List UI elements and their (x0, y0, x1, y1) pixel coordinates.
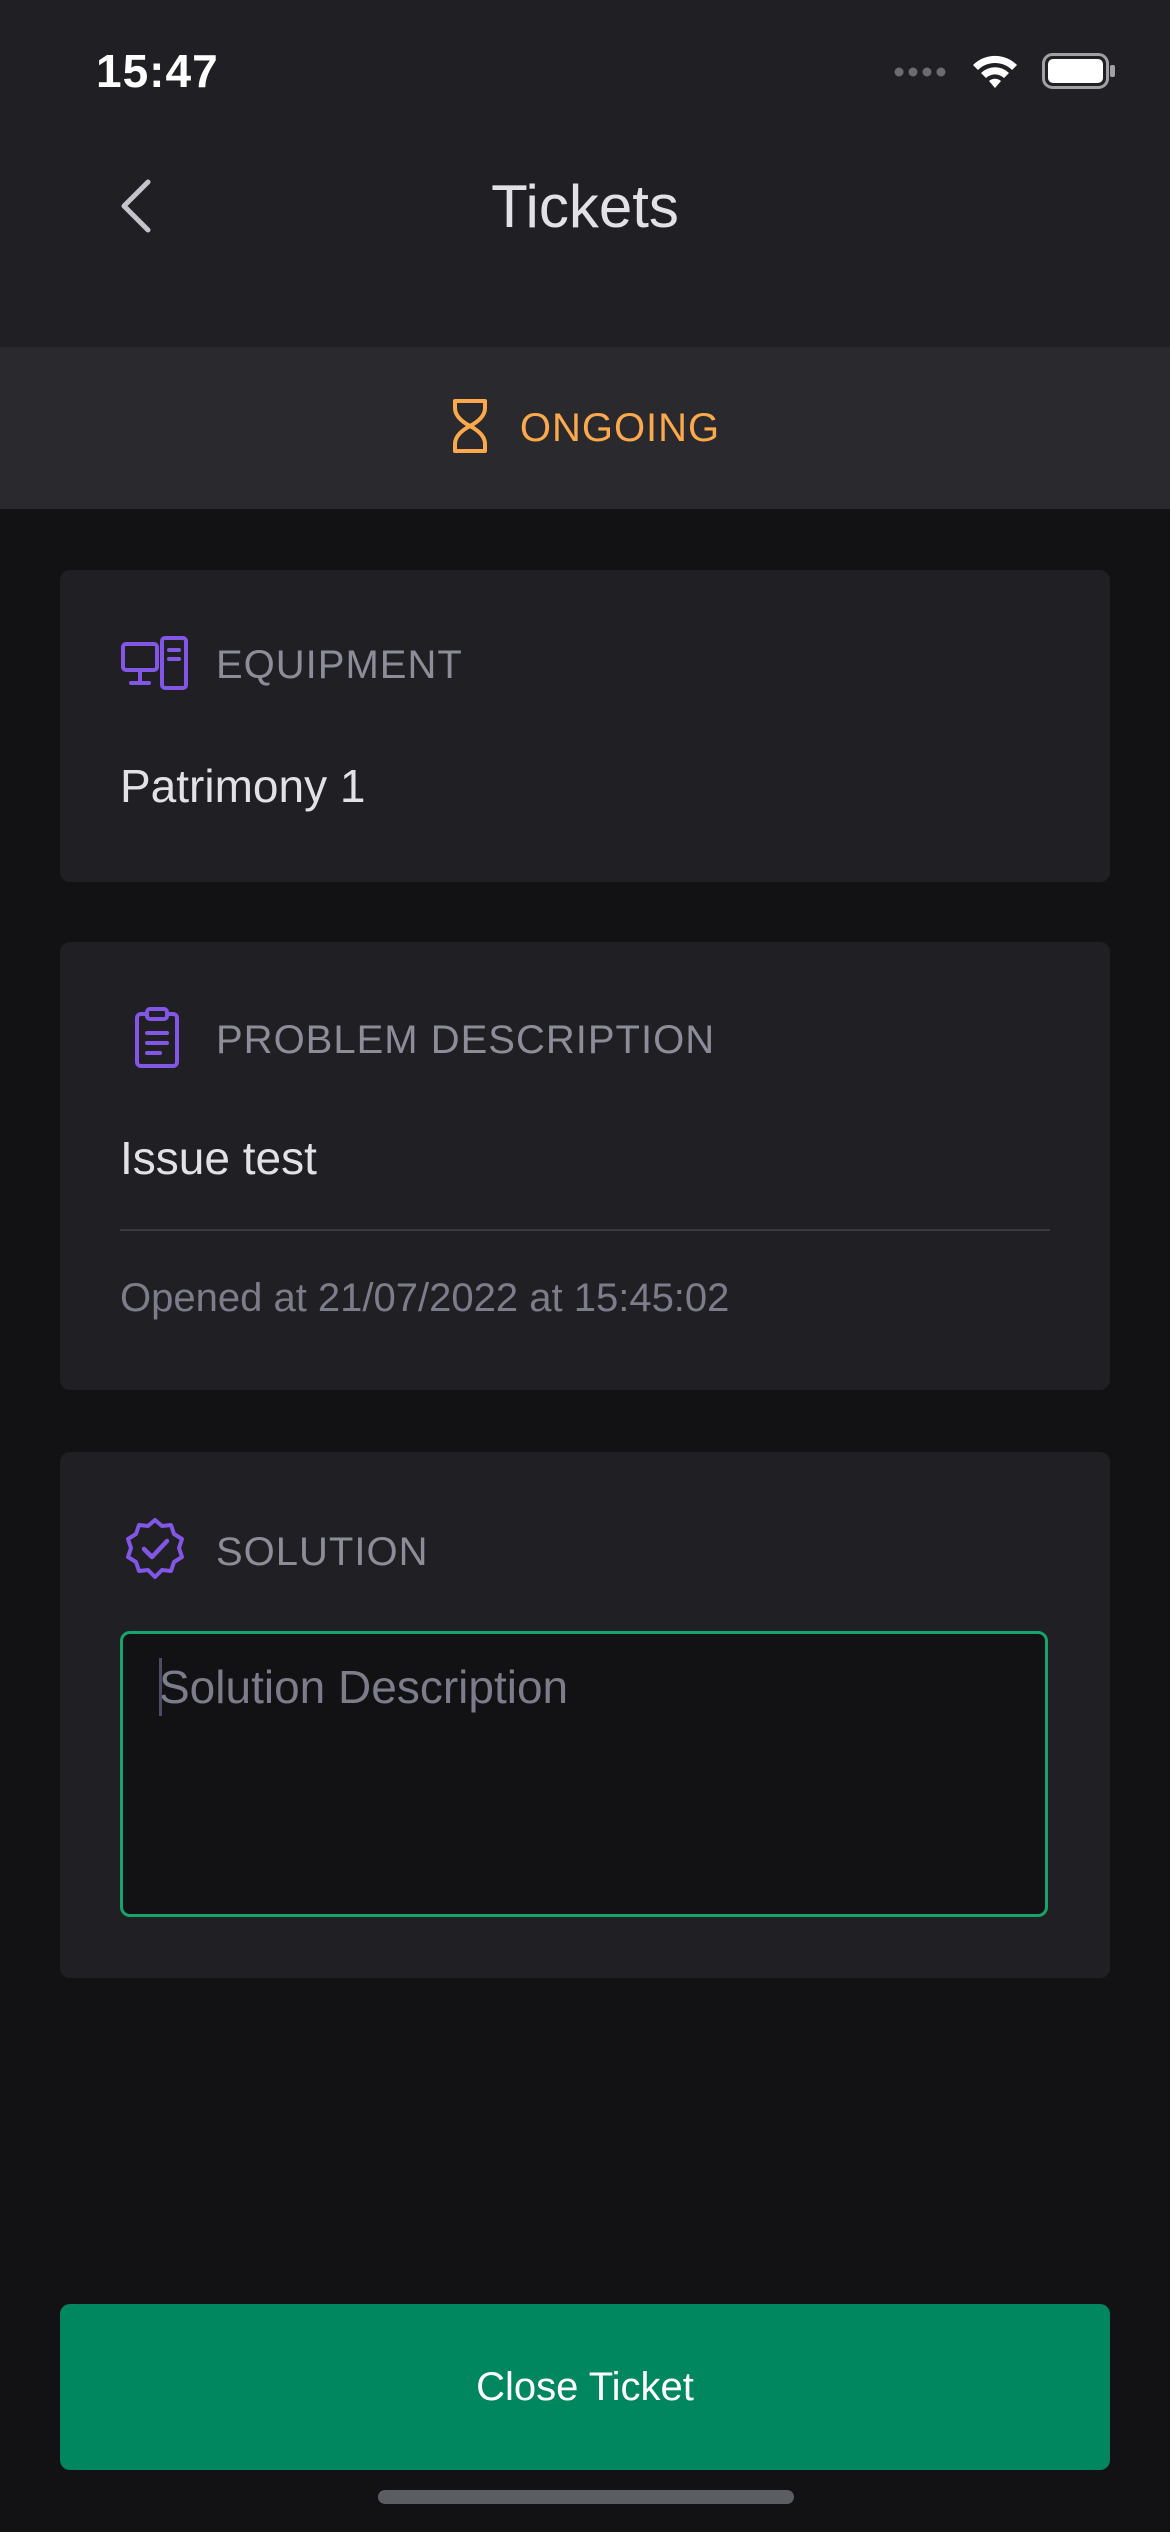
problem-card-divider (120, 1229, 1050, 1231)
check-badge-icon (120, 1517, 190, 1588)
status-bar-icons (894, 52, 1116, 95)
status-bar-time: 15:47 (96, 45, 219, 97)
solution-card-header: SOLUTION (120, 1517, 428, 1588)
equipment-value: Patrimony 1 (120, 760, 366, 812)
desktop-tower-icon (120, 635, 190, 696)
clipboard-icon (120, 1007, 190, 1074)
opened-at-text: Opened at 21/07/2022 at 15:45:02 (120, 1276, 730, 1320)
problem-description-card: PROBLEM DESCRIPTION Issue test Opened at… (60, 942, 1110, 1390)
equipment-card-header: EQUIPMENT (120, 635, 463, 696)
battery-icon (1042, 53, 1116, 94)
equipment-label: EQUIPMENT (216, 643, 463, 687)
problem-description-label: PROBLEM DESCRIPTION (216, 1018, 716, 1062)
text-caret (159, 1658, 162, 1716)
close-ticket-button[interactable]: Close Ticket (60, 2304, 1110, 2470)
problem-card-header: PROBLEM DESCRIPTION (120, 1007, 715, 1074)
ticket-status-bar: ONGOING (0, 347, 1170, 509)
solution-label: SOLUTION (216, 1530, 429, 1574)
solution-input-container (120, 1631, 1048, 1917)
app-header: 15:47 Tickets (0, 0, 1170, 347)
ticket-status-label: ONGOING (519, 405, 721, 450)
home-indicator (378, 2490, 794, 2504)
page-title: Tickets (491, 173, 679, 240)
problem-description-value: Issue test (120, 1132, 317, 1184)
hourglass-icon (450, 398, 490, 459)
solution-card: SOLUTION (60, 1452, 1110, 1978)
solution-description-input[interactable] (123, 1634, 1045, 1914)
equipment-card: EQUIPMENT Patrimony 1 (60, 570, 1110, 882)
cellular-signal-icon (894, 65, 948, 83)
wifi-icon (970, 52, 1020, 95)
